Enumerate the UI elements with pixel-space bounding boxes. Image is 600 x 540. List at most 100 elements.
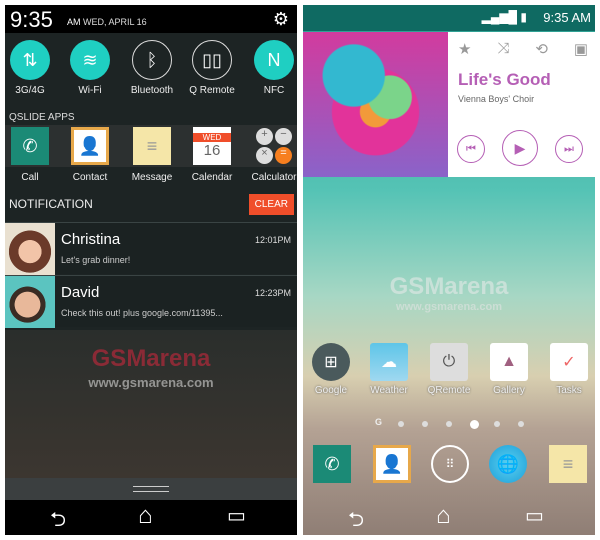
page-dot[interactable] <box>470 420 479 429</box>
qslide-app-label: Contact <box>72 172 108 183</box>
toggle-wifi-button[interactable]: ≋ <box>70 40 110 80</box>
qslide-app-contact[interactable]: 👤 <box>71 127 109 165</box>
recent-apps-icon[interactable]: ▭ <box>227 503 246 528</box>
settings-gear-icon[interactable]: ⚙ <box>273 9 289 30</box>
dock-phone[interactable]: ✆ <box>313 445 351 483</box>
home-screen: ▂▄▆█ ▮ 9:35 AM ★ ⤨ ⟲ ▣ Life's Good Vienna B… <box>303 5 595 535</box>
app-label: Gallery <box>493 385 525 396</box>
app-label: Google <box>314 385 348 396</box>
favorite-star-icon[interactable]: ★ <box>458 40 471 58</box>
toggle-label: Bluetooth <box>130 85 174 96</box>
toggle-label: Wi-Fi <box>78 85 102 96</box>
nav-bar: ⮌ ⌂ ▭ <box>5 500 297 535</box>
call-icon: ✆ <box>22 135 38 156</box>
calculator-icon: + − × = <box>256 128 292 164</box>
gallery-icon: ▲ <box>501 353 517 370</box>
repeat-icon[interactable]: ⟲ <box>535 40 548 58</box>
qslide-app-message[interactable]: ≡ <box>133 127 171 165</box>
app-tasks[interactable]: ✓ <box>550 343 588 381</box>
calendar-day: WED <box>193 133 231 142</box>
toggle-label: NFC <box>263 85 285 96</box>
qslide-app-label: Message <box>131 172 173 183</box>
data-arrows-icon: ⇅ <box>22 49 38 70</box>
google-icon: ⊞ <box>324 354 338 371</box>
toggle-label: Q Remote <box>189 85 235 96</box>
notification-item[interactable]: Christina 12:01PM Let's grab dinner! <box>5 222 297 275</box>
notification-message: Let's grab dinner! <box>61 255 131 265</box>
toggle-qremote-button[interactable]: ▯▯ <box>192 40 232 80</box>
page-dot[interactable] <box>398 421 404 427</box>
qslide-title: QSLIDE APPS <box>9 112 75 123</box>
home-icon[interactable]: ⌂ <box>436 502 451 530</box>
page-dot[interactable] <box>518 421 524 427</box>
signal-battery-icon: ▂▄▆█ ▮ <box>481 10 527 24</box>
sender-name: David <box>61 284 100 301</box>
notification-panel-screen: GSMarena www.gsmarena.com 9:35 AM WED, A… <box>5 5 297 535</box>
clear-button[interactable]: CLEAR <box>248 194 294 215</box>
page-dot[interactable] <box>494 421 500 427</box>
calendar-date: 16 <box>203 142 221 159</box>
next-button[interactable]: ⏭ <box>555 135 583 163</box>
notification-title: NOTIFICATION <box>9 197 93 211</box>
clock: 9:35 AM <box>543 10 591 25</box>
qremote-icon: ⏻ <box>442 353 456 370</box>
toggle-bluetooth-button[interactable]: ᛒ <box>132 40 172 80</box>
shuffle-icon[interactable]: ⤨ <box>497 40 509 58</box>
avatar <box>5 276 55 328</box>
notification-time: 12:01PM <box>254 235 291 245</box>
watermark-url: www.gsmarena.com <box>88 375 214 390</box>
qslide-app-calendar[interactable]: WED 16 <box>193 127 231 165</box>
clock: 9:35 <box>10 7 53 32</box>
song-title: Life's Good <box>458 70 551 89</box>
notification-item[interactable]: David 12:23PM Check this out! plus google.… <box>5 275 297 328</box>
artist: Vienna Boys' Choir <box>458 94 535 104</box>
drag-handle[interactable] <box>5 478 297 500</box>
notification-time: 12:23PM <box>254 288 291 298</box>
app-label: QRemote <box>427 385 471 396</box>
app-drawer-button[interactable]: ⠿ <box>431 445 469 483</box>
nfc-icon: N <box>267 49 281 70</box>
music-widget: ★ ⤨ ⟲ ▣ Life's Good Vienna Boys' Choir ⏮ ▶ … <box>448 32 595 177</box>
clock-ampm: AM <box>67 17 81 27</box>
message-icon: ≡ <box>146 135 158 156</box>
play-button[interactable]: ▶ <box>502 130 538 166</box>
dock-browser[interactable]: 🌐 <box>489 445 527 483</box>
weather-icon: ☁ <box>381 354 397 371</box>
album-art[interactable] <box>303 32 448 177</box>
notification-message: Check this out! plus google.com/11395... <box>61 308 223 318</box>
app-google[interactable]: ⊞ <box>312 343 350 381</box>
bluetooth-icon: ᛒ <box>146 49 158 70</box>
date: WED, APRIL 16 <box>83 17 147 27</box>
back-icon[interactable]: ⮌ <box>348 505 364 535</box>
toggle-3g4g-button[interactable]: ⇅ <box>10 40 50 80</box>
dock-contacts[interactable]: 👤 <box>373 445 411 483</box>
toggle-label: 3G/4G <box>15 85 45 96</box>
app-qremote[interactable]: ⏻ <box>430 343 468 381</box>
dimmed-home-screen: GSMarena www.gsmarena.com <box>5 330 297 478</box>
toggle-nfc-button[interactable]: N <box>254 40 294 80</box>
qslide-app-calculator[interactable]: + − × = <box>255 127 293 165</box>
avatar <box>5 223 55 275</box>
watermark-logo: GSMarena <box>389 273 509 300</box>
app-label: Tasks <box>556 385 582 396</box>
home-icon[interactable]: ⌂ <box>138 502 153 530</box>
wifi-icon: ≋ <box>82 49 98 70</box>
app-weather[interactable]: ☁ <box>370 343 408 381</box>
qslide-app-label: Call <box>21 172 39 183</box>
previous-button[interactable]: ⏮ <box>457 135 485 163</box>
app-gallery[interactable]: ▲ <box>490 343 528 381</box>
back-icon[interactable]: ⮌ <box>50 505 66 535</box>
recent-apps-icon[interactable]: ▭ <box>525 503 544 528</box>
qslide-app-label: Calculator <box>251 172 297 183</box>
qslide-app-call[interactable]: ✆ <box>11 127 49 165</box>
page-dot[interactable] <box>446 421 452 427</box>
app-label: Weather <box>370 385 408 396</box>
nav-bar: ⮌ ⌂ ▭ <box>303 500 595 535</box>
dock-messaging[interactable]: ≡ <box>549 445 587 483</box>
page-dot[interactable] <box>422 421 428 427</box>
sender-name: Christina <box>61 231 121 248</box>
contact-icon: 👤 <box>78 135 102 156</box>
playlist-icon[interactable]: ▣ <box>574 40 588 58</box>
watermark-url: www.gsmarena.com <box>396 301 502 313</box>
page-indicator-google[interactable]: G <box>375 417 382 427</box>
